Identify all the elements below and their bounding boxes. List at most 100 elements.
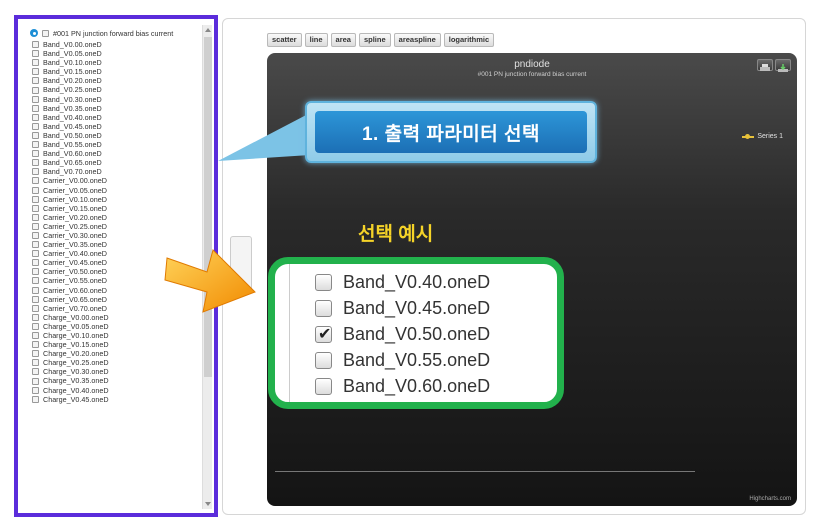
chart-type-button[interactable]: spline: [358, 33, 391, 47]
list-item-checkbox[interactable]: [32, 350, 39, 358]
list-item-checkbox[interactable]: [32, 113, 39, 121]
list-item[interactable]: Band_V0.70.oneD: [32, 167, 203, 176]
list-item-checkbox[interactable]: [32, 241, 39, 249]
example-checkbox[interactable]: [315, 378, 332, 395]
example-item[interactable]: Band_V0.55.oneD: [315, 350, 490, 371]
list-item[interactable]: Band_V0.15.oneD: [32, 67, 203, 76]
example-checkbox[interactable]: [315, 352, 332, 369]
list-item-checkbox[interactable]: [32, 122, 39, 130]
list-item-checkbox[interactable]: [32, 77, 39, 85]
list-item[interactable]: Band_V0.30.oneD: [32, 95, 203, 104]
example-item[interactable]: Band_V0.60.oneD: [315, 376, 490, 397]
list-item[interactable]: Band_V0.40.oneD: [32, 113, 203, 122]
list-item[interactable]: Charge_V0.45.oneD: [32, 395, 203, 404]
list-item-checkbox[interactable]: [32, 131, 39, 139]
list-item-checkbox[interactable]: [32, 141, 39, 149]
list-item[interactable]: Carrier_V0.00.oneD: [32, 176, 203, 185]
list-item-checkbox[interactable]: [32, 150, 39, 158]
expand-radio-icon[interactable]: [30, 29, 38, 37]
scroll-thumb[interactable]: [204, 37, 212, 377]
chart-credits[interactable]: Highcharts.com: [749, 496, 791, 502]
list-item-checkbox[interactable]: [32, 268, 39, 276]
list-item-checkbox[interactable]: [32, 232, 39, 240]
list-item-label: Charge_V0.45.oneD: [43, 394, 109, 404]
list-header[interactable]: #001 PN junction forward bias current: [30, 27, 203, 39]
list-item-checkbox[interactable]: [32, 177, 39, 185]
print-icon[interactable]: [757, 59, 773, 71]
list-item[interactable]: Charge_V0.35.oneD: [32, 376, 203, 385]
list-item[interactable]: Band_V0.50.oneD: [32, 131, 203, 140]
list-item[interactable]: Charge_V0.30.oneD: [32, 367, 203, 376]
list-item[interactable]: Charge_V0.10.oneD: [32, 331, 203, 340]
example-checkbox[interactable]: [315, 300, 332, 317]
list-item-checkbox[interactable]: [32, 159, 39, 167]
list-item-checkbox[interactable]: [32, 386, 39, 394]
chart-type-button[interactable]: area: [330, 33, 356, 47]
list-item-checkbox[interactable]: [32, 59, 39, 67]
list-item[interactable]: Band_V0.55.oneD: [32, 140, 203, 149]
list-item[interactable]: Carrier_V0.20.oneD: [32, 213, 203, 222]
example-checkbox-checked[interactable]: [315, 324, 332, 344]
list-item[interactable]: Band_V0.20.oneD: [32, 76, 203, 85]
list-item[interactable]: Band_V0.60.oneD: [32, 149, 203, 158]
list-item-checkbox[interactable]: [32, 332, 39, 340]
example-checkbox[interactable]: [315, 274, 332, 291]
list-item-label: Carrier_V0.35.oneD: [43, 240, 107, 250]
list-item-checkbox[interactable]: [32, 359, 39, 367]
list-item[interactable]: Charge_V0.05.oneD: [32, 322, 203, 331]
list-item-checkbox[interactable]: [32, 277, 39, 285]
list-item-checkbox[interactable]: [32, 50, 39, 58]
list-item-label: Band_V0.10.oneD: [43, 58, 102, 68]
list-item[interactable]: Carrier_V0.10.oneD: [32, 195, 203, 204]
chart-type-button[interactable]: scatter: [267, 33, 302, 47]
list-item-checkbox[interactable]: [32, 168, 39, 176]
list-item[interactable]: Charge_V0.20.oneD: [32, 349, 203, 358]
list-item-checkbox[interactable]: [32, 322, 39, 330]
list-item-checkbox[interactable]: [32, 204, 39, 212]
list-item-checkbox[interactable]: [32, 377, 39, 385]
list-item-checkbox[interactable]: [32, 259, 39, 267]
list-item[interactable]: Band_V0.25.oneD: [32, 85, 203, 94]
list-item[interactable]: Charge_V0.25.oneD: [32, 358, 203, 367]
list-item-checkbox[interactable]: [32, 395, 39, 403]
list-item-checkbox[interactable]: [32, 341, 39, 349]
chart-legend[interactable]: Series 1: [742, 133, 783, 140]
list-item[interactable]: Band_V0.00.oneD: [32, 40, 203, 49]
scroll-down-icon[interactable]: [205, 502, 211, 506]
list-item-checkbox[interactable]: [32, 213, 39, 221]
list-item-checkbox[interactable]: [32, 195, 39, 203]
list-item[interactable]: Charge_V0.15.oneD: [32, 340, 203, 349]
header-checkbox[interactable]: [42, 29, 49, 37]
list-item[interactable]: Carrier_V0.15.oneD: [32, 204, 203, 213]
list-item-checkbox[interactable]: [32, 286, 39, 294]
list-item-checkbox[interactable]: [32, 186, 39, 194]
list-item-checkbox[interactable]: [32, 95, 39, 103]
list-item[interactable]: Band_V0.35.oneD: [32, 104, 203, 113]
list-item[interactable]: Charge_V0.40.oneD: [32, 386, 203, 395]
list-item-checkbox[interactable]: [32, 368, 39, 376]
example-item[interactable]: Band_V0.40.oneD: [315, 272, 490, 293]
list-item[interactable]: Band_V0.10.oneD: [32, 58, 203, 67]
list-item-checkbox[interactable]: [32, 86, 39, 94]
list-item[interactable]: Band_V0.05.oneD: [32, 49, 203, 58]
list-item[interactable]: Band_V0.65.oneD: [32, 158, 203, 167]
list-item-checkbox[interactable]: [32, 304, 39, 312]
example-item[interactable]: Band_V0.50.oneD: [315, 324, 490, 345]
export-icon[interactable]: [775, 59, 791, 72]
list-item-checkbox[interactable]: [32, 313, 39, 321]
list-item-checkbox[interactable]: [32, 222, 39, 230]
chart-type-button[interactable]: logarithmic: [443, 33, 495, 47]
list-item-checkbox[interactable]: [32, 68, 39, 76]
list-item[interactable]: Carrier_V0.05.oneD: [32, 186, 203, 195]
list-item[interactable]: Band_V0.45.oneD: [32, 122, 203, 131]
list-item-checkbox[interactable]: [32, 104, 39, 112]
chart-type-button[interactable]: line: [304, 33, 328, 47]
list-item-checkbox[interactable]: [32, 250, 39, 258]
list-item-label: Band_V0.25.oneD: [43, 85, 102, 95]
example-item[interactable]: Band_V0.45.oneD: [315, 298, 490, 319]
list-item-checkbox[interactable]: [32, 41, 39, 49]
list-item-checkbox[interactable]: [32, 295, 39, 303]
chart-type-button[interactable]: areaspline: [393, 33, 441, 47]
scroll-up-icon[interactable]: [205, 28, 211, 32]
list-item[interactable]: Carrier_V0.25.oneD: [32, 222, 203, 231]
